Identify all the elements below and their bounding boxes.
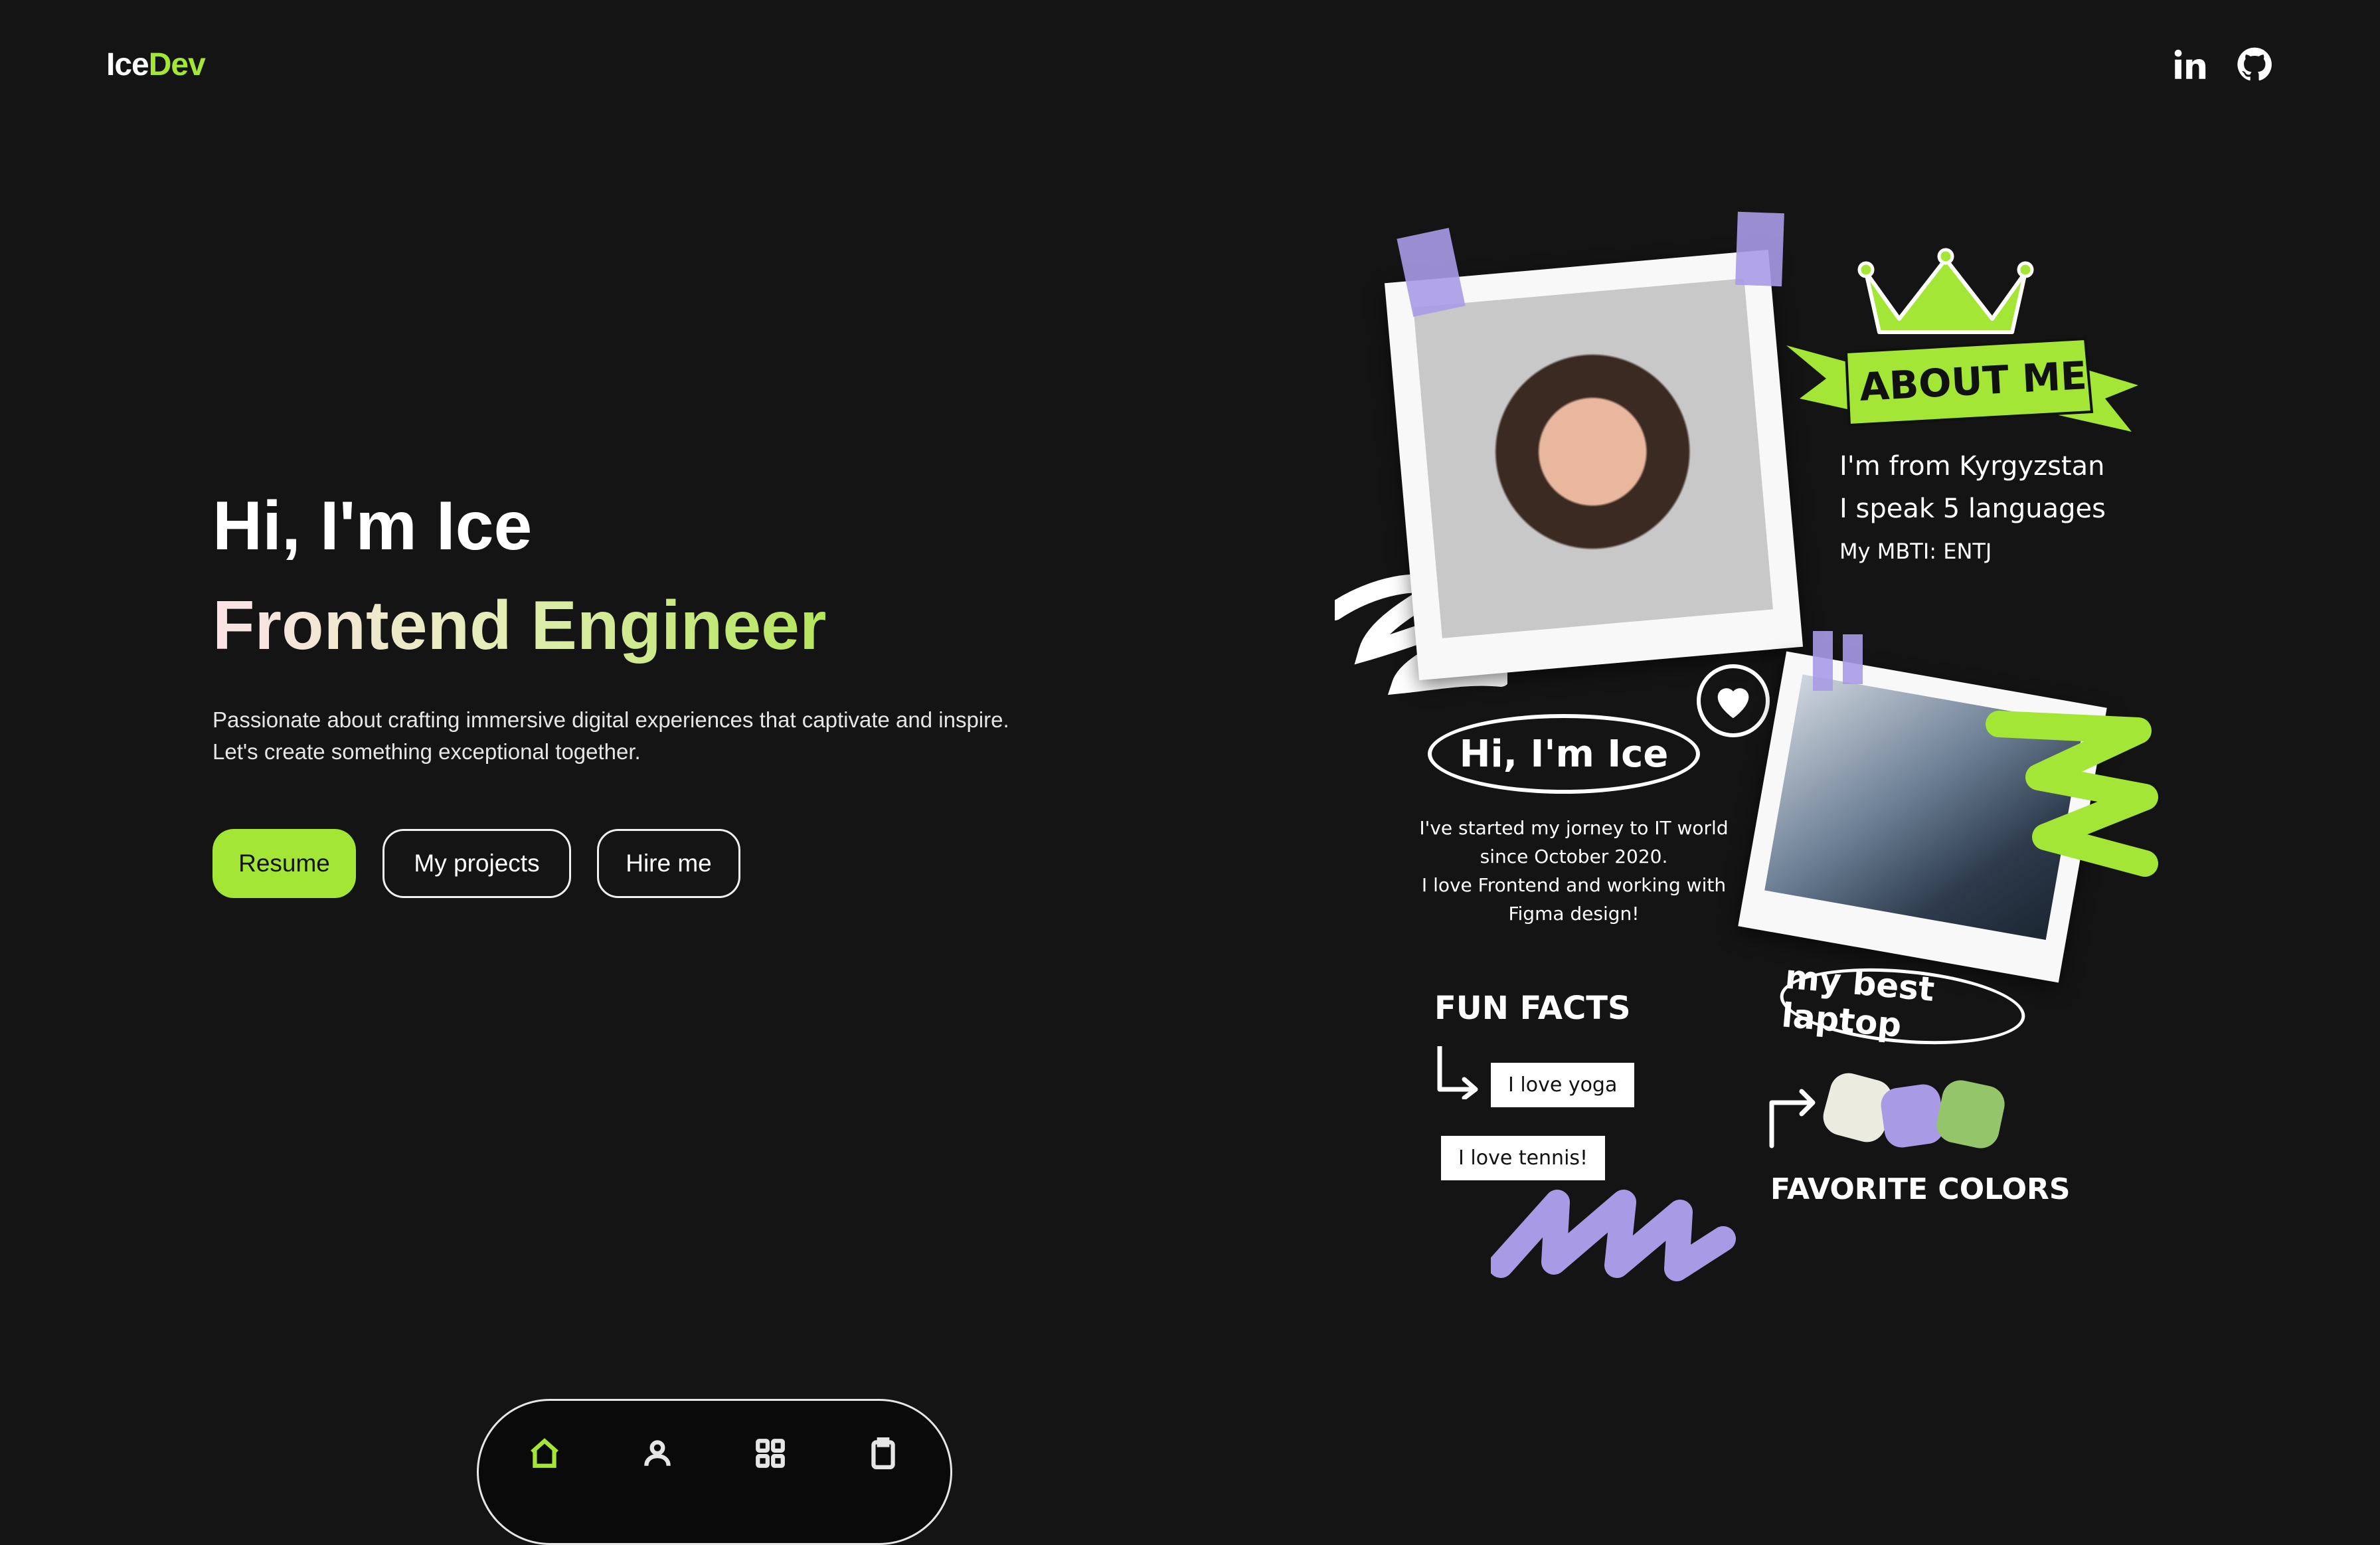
my-projects-button[interactable]: My projects (382, 829, 571, 898)
linkedin-icon (2174, 49, 2206, 79)
about-line: I'm from Kyrgyzstan (1839, 451, 2105, 482)
dock-projects-button[interactable] (745, 1435, 796, 1472)
fun-fact-tag: I love tennis! (1441, 1136, 1606, 1180)
dock-resume-button[interactable] (858, 1435, 908, 1472)
bio-line: since October 2020. (1480, 846, 1668, 867)
grid-icon (756, 1439, 785, 1468)
hero-description-line2: Let's create something exceptional toget… (212, 739, 641, 764)
bio-line: I love Frontend and working with (1421, 874, 1727, 896)
about-lines: I'm from Kyrgyzstan I speak 5 languages … (1839, 445, 2106, 573)
about-line: My MBTI: ENTJ (1839, 539, 1992, 564)
fun-fact-tag: I love yoga (1491, 1063, 1635, 1107)
bio-lines: I've started my jorney to IT world since… (1408, 814, 1740, 928)
tape-decoration (1735, 211, 1784, 287)
tape-decoration (1843, 634, 1863, 684)
home-icon (531, 1438, 558, 1468)
arrow-down-right-icon (1437, 1046, 1478, 1099)
portrait-polaroid (1384, 249, 1804, 681)
fun-facts-title: FUN FACTS (1434, 990, 1631, 1027)
hi-bubble-text: Hi, I'm Ice (1459, 732, 1669, 776)
github-link[interactable] (2231, 41, 2278, 88)
bottom-dock (477, 1399, 952, 1545)
user-icon (644, 1440, 671, 1467)
hero-role: Frontend Engineer (212, 587, 827, 664)
hire-me-button[interactable]: Hire me (597, 829, 740, 898)
github-icon (2237, 47, 2272, 81)
hero-description-line1: Passionate about crafting immersive digi… (212, 707, 1009, 732)
hero-greeting: Hi, I'm Ice (212, 488, 533, 565)
favorite-colors-title: FAVORITE COLORS (1770, 1172, 2071, 1206)
logo[interactable]: IceDev (106, 46, 206, 83)
portrait-photo (1413, 278, 1773, 638)
heart-bubble (1697, 664, 1770, 737)
arrow-up-right-icon (1769, 1089, 1816, 1148)
hero-description: Passionate about crafting immersive digi… (212, 704, 1009, 768)
logo-ice: Ice (106, 47, 149, 82)
dock-home-button[interactable] (519, 1435, 570, 1472)
laptop-label-text: my best laptop (1780, 957, 1936, 1045)
bio-line: I've started my jorney to IT world (1419, 817, 1729, 839)
clipboard-icon (871, 1437, 895, 1469)
linkedin-link[interactable] (2166, 41, 2213, 88)
green-zigzag-decoration (1986, 711, 2158, 877)
favorite-color-swatch (1933, 1077, 2008, 1152)
about-collage: ABOUT ME I'm from Kyrgyzstan I speak 5 l… (1321, 199, 2185, 1295)
heart-icon (1717, 688, 1749, 719)
laptop-label-bubble: my best laptop (1776, 957, 2029, 1053)
crown-icon (1857, 248, 2034, 334)
hi-bubble: Hi, I'm Ice (1428, 714, 1700, 794)
bio-line: Figma design! (1508, 903, 1640, 925)
logo-dev: Dev (148, 47, 206, 82)
favorite-color-swatch (1879, 1082, 1946, 1150)
dock-about-button[interactable] (632, 1435, 683, 1472)
tape-decoration (1813, 631, 1833, 691)
about-line: I speak 5 languages (1839, 494, 2106, 524)
purple-scribble-decoration (1491, 1190, 1736, 1281)
resume-button[interactable]: Resume (212, 829, 356, 898)
